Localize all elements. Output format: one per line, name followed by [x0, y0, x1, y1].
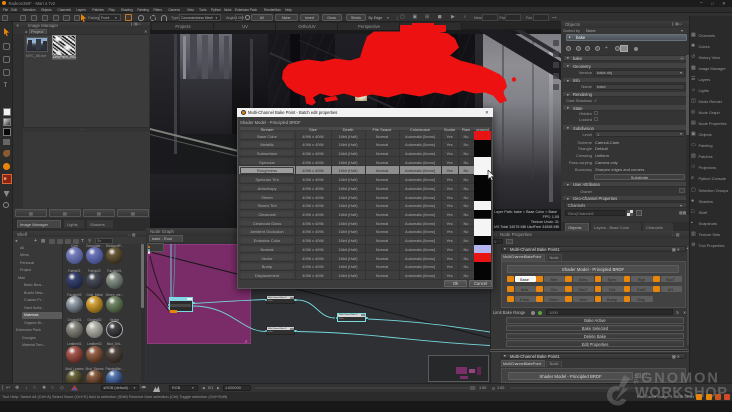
svg-text:WORKSHOP: WORKSHOP — [635, 385, 728, 401]
svg-text:THE: THE — [632, 374, 638, 385]
